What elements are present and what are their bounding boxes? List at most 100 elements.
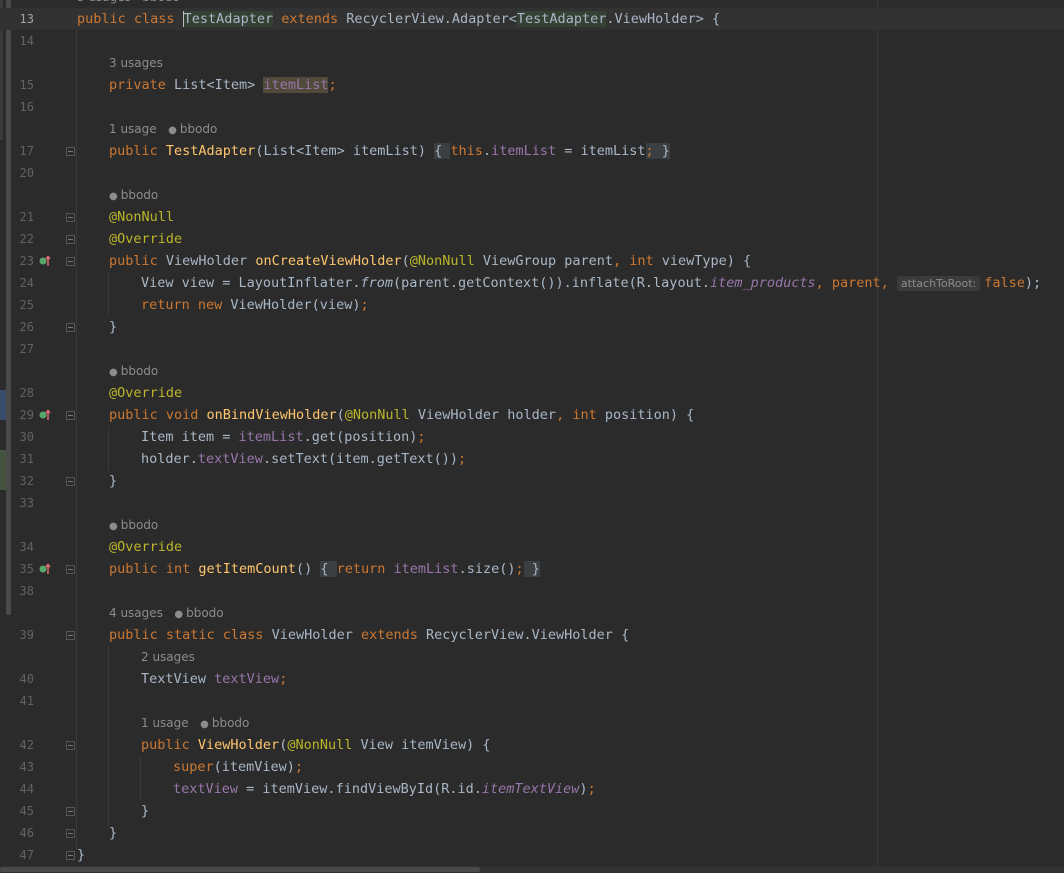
- line-number: 24: [19, 276, 34, 290]
- horizontal-scrollbar[interactable]: [0, 866, 1064, 873]
- code-text: super(itemView);: [173, 759, 304, 775]
- code-line[interactable]: 39 public static class ViewHolder extend…: [0, 624, 1064, 646]
- line-number: 46: [19, 826, 34, 840]
- code-line[interactable]: 43 super(itemView);: [0, 756, 1064, 778]
- line-number: 29: [19, 408, 34, 422]
- code-line[interactable]: 46 }: [0, 822, 1064, 844]
- line-number: 44: [19, 782, 34, 796]
- line-number: 22: [19, 232, 34, 246]
- code-text: }: [109, 319, 118, 335]
- code-line[interactable]: 38: [0, 580, 1064, 602]
- code-text: @Override: [109, 231, 183, 247]
- line-number: 15: [19, 78, 34, 92]
- fold-icon[interactable]: [66, 741, 75, 750]
- implements-method-icon[interactable]: [38, 408, 52, 422]
- fold-icon[interactable]: [66, 477, 75, 486]
- code-text: public ViewHolder(@NonNull View itemView…: [141, 737, 491, 753]
- code-line[interactable]: 25 return new ViewHolder(view);: [0, 294, 1064, 316]
- fold-icon[interactable]: [66, 829, 75, 838]
- code-line[interactable]: 41: [0, 690, 1064, 712]
- code-line[interactable]: 40 TextView textView;: [0, 668, 1064, 690]
- code-line[interactable]: 29 public void onBindViewHolder(@NonNull…: [0, 404, 1064, 426]
- line-number: 42: [19, 738, 34, 752]
- fold-icon[interactable]: [66, 565, 75, 574]
- fold-icon[interactable]: [66, 631, 75, 640]
- line-number: 34: [19, 540, 34, 554]
- code-line[interactable]: 33: [0, 492, 1064, 514]
- author-hint[interactable]: ● bbodo: [109, 184, 158, 208]
- code-line[interactable]: 47 }: [0, 844, 1064, 866]
- author-hint[interactable]: ● bbodo: [109, 514, 158, 538]
- line-number: 30: [19, 430, 34, 444]
- parameter-hint: attachToRoot:: [896, 276, 981, 291]
- code-text: public void onBindViewHolder(@NonNull Vi…: [109, 407, 695, 423]
- usages-hint[interactable]: 4 usages ● bbodo: [109, 602, 224, 626]
- usages-hint[interactable]: 2 usages: [141, 646, 195, 668]
- code-line[interactable]: 13 public class TestAdapter extends Recy…: [0, 8, 1064, 30]
- line-number: 32: [19, 474, 34, 488]
- person-icon: ●: [174, 609, 184, 620]
- code-line[interactable]: 17 public TestAdapter(List<Item> itemLis…: [0, 140, 1064, 162]
- code-text: return new ViewHolder(view);: [141, 297, 369, 313]
- usages-hint[interactable]: 3 usages: [109, 52, 163, 74]
- fold-icon[interactable]: [66, 411, 75, 420]
- implements-method-icon[interactable]: [38, 562, 52, 576]
- usages-hint[interactable]: 1 usage ● bbodo: [109, 118, 217, 142]
- fold-icon[interactable]: [66, 323, 75, 332]
- code-line[interactable]: 14: [0, 30, 1064, 52]
- code-line[interactable]: 21 @NonNull: [0, 206, 1064, 228]
- line-number: 16: [19, 100, 34, 114]
- line-number: 38: [19, 584, 34, 598]
- code-line[interactable]: 31 holder.textView.setText(item.getText(…: [0, 448, 1064, 470]
- code-line[interactable]: 44 textView = itemView.findViewById(R.id…: [0, 778, 1064, 800]
- line-number: 39: [19, 628, 34, 642]
- implements-method-icon[interactable]: [38, 254, 52, 268]
- code-line[interactable]: 23 public ViewHolder onCreateViewHolder(…: [0, 250, 1064, 272]
- person-icon: ●: [168, 125, 177, 136]
- code-line[interactable]: 30 Item item = itemList.get(position);: [0, 426, 1064, 448]
- code-text: @NonNull: [109, 209, 175, 225]
- fold-icon[interactable]: [66, 147, 75, 156]
- code-text: TextView textView;: [141, 671, 288, 687]
- code-text: public static class ViewHolder extends R…: [109, 627, 630, 643]
- code-line[interactable]: 22 @Override: [0, 228, 1064, 250]
- code-text: View view = LayoutInflater.from(parent.g…: [141, 275, 1042, 291]
- code-line[interactable]: 15 private List<Item> itemList;: [0, 74, 1064, 96]
- code-line[interactable]: 28 @Override: [0, 382, 1064, 404]
- code-line[interactable]: 34 @Override: [0, 536, 1064, 558]
- code-text: private List<Item> itemList;: [109, 77, 337, 93]
- fold-icon[interactable]: [66, 235, 75, 244]
- code-line[interactable]: 26 }: [0, 316, 1064, 338]
- usages-hint[interactable]: 1 usage ● bbodo: [141, 712, 249, 736]
- scrollbar-thumb[interactable]: [0, 867, 480, 872]
- code-line[interactable]: 32 }: [0, 470, 1064, 492]
- line-number: 14: [19, 34, 34, 48]
- code-line[interactable]: 27: [0, 338, 1064, 360]
- code-line[interactable]: 42 public ViewHolder(@NonNull View itemV…: [0, 734, 1064, 756]
- fold-icon[interactable]: [66, 213, 75, 222]
- line-number: 40: [19, 672, 34, 686]
- code-line[interactable]: 16: [0, 96, 1064, 118]
- person-icon: ●: [109, 191, 118, 202]
- fold-icon[interactable]: [66, 807, 75, 816]
- person-icon: ●: [109, 367, 118, 378]
- line-number: 45: [19, 804, 34, 818]
- code-text: }: [109, 473, 118, 489]
- code-line[interactable]: 35 public int getItemCount() { return it…: [0, 558, 1064, 580]
- code-line[interactable]: 45 }: [0, 800, 1064, 822]
- author-hint[interactable]: ● bbodo: [109, 360, 158, 384]
- line-number: 35: [19, 562, 34, 576]
- code-line[interactable]: 20: [0, 162, 1064, 184]
- fold-icon[interactable]: [66, 851, 75, 860]
- line-number: 21: [19, 210, 34, 224]
- line-number: 47: [19, 848, 34, 862]
- line-number: 31: [19, 452, 34, 466]
- fold-icon[interactable]: [66, 257, 75, 266]
- line-number: 23: [19, 254, 34, 268]
- code-editor[interactable]: 3 usages bbodo 13 public class TestAdapt…: [0, 0, 1064, 873]
- line-number: 27: [19, 342, 34, 356]
- usages-hint[interactable]: 3 usages bbodo: [77, 0, 180, 8]
- code-text: @Override: [109, 385, 183, 401]
- code-text: Item item = itemList.get(position);: [141, 429, 426, 445]
- code-line[interactable]: 24 View view = LayoutInflater.from(paren…: [0, 272, 1064, 294]
